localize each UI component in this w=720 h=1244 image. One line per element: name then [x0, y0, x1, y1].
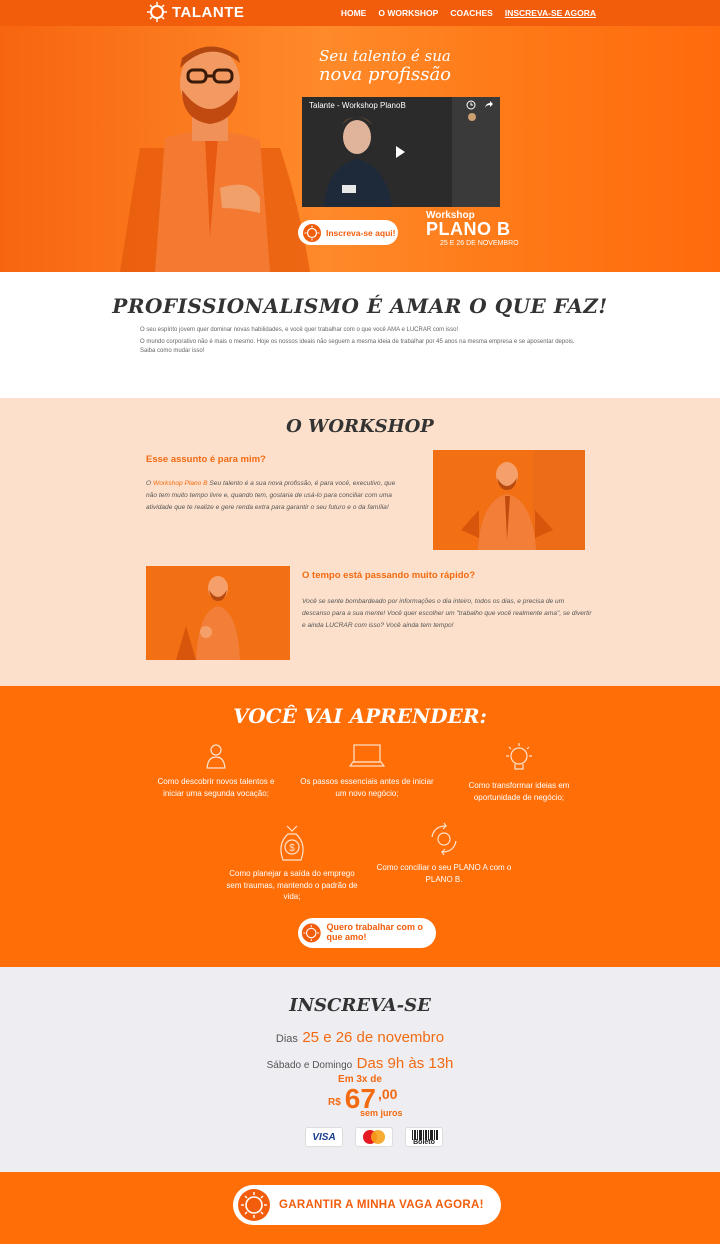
inscreva-heading: INSCREVA-SE: [289, 995, 431, 1016]
workshop-photo-reaching-fist: [146, 566, 290, 660]
question-2-text: Você se sente bombardeado por informaçõe…: [302, 598, 592, 630]
learn-item-4: $ Como planejar a saída do emprego sem t…: [222, 822, 362, 903]
video-player[interactable]: Talante - Workshop PlanoB: [302, 97, 500, 207]
price-decimal: ,00: [377, 1086, 398, 1102]
quero-trabalhar-label: Quero trabalhar com o que amo!: [326, 922, 424, 942]
workshop-plano-b-highlight: Workshop Plano B: [152, 480, 208, 487]
nav-link-inscreva[interactable]: INSCREVA-SE AGORA: [505, 8, 596, 18]
sun-badge-icon: [301, 923, 321, 943]
learn-item-1: Como descobrir novos talentos e iniciar …: [150, 742, 282, 799]
payment-methods: VISA Boleto: [305, 1127, 443, 1147]
dias-label: Dias: [275, 1033, 298, 1045]
top-navbar: TALANTE HOME O WORKSHOP COACHES INSCREVA…: [0, 0, 720, 26]
learn-item-3-text: Como transformar ideias em oportunidade …: [468, 781, 570, 802]
price-currency: R$: [328, 1097, 341, 1108]
inscreva-se-label: Inscreva-se aqui!: [326, 227, 396, 238]
profissionalismo-paragraph-1: O seu espírito jovem quer dominar novas …: [140, 327, 459, 333]
footer-cta-section: GARANTIR A MINHA VAGA AGORA!: [0, 1172, 720, 1244]
workshop-plano-b-badge: Workshop PLANO B 25 E 26 DE NOVEMBRO: [426, 210, 519, 247]
cycle-arrows-icon: [431, 822, 457, 856]
dates-label: 25 E 26 DE NOVEMBRO: [440, 240, 519, 247]
horario-label: Sábado e Domingo: [266, 1060, 353, 1071]
inscreva-se-button[interactable]: Inscreva-se aqui!: [298, 220, 398, 245]
plano-b-label: PLANO B: [426, 219, 511, 239]
dias-value: 25 e 26 de novembro: [302, 1029, 445, 1046]
nav-link-home[interactable]: HOME: [341, 8, 367, 18]
inscreva-se-section: INSCREVA-SE Dias 25 e 26 de novembro Sáb…: [0, 967, 720, 1172]
nav-link-workshop[interactable]: O WORKSHOP: [378, 8, 438, 18]
learn-item-4-text: Como planejar a saída do emprego sem tra…: [226, 869, 358, 902]
voce-vai-aprender-section: VOCÊ VAI APRENDER: Como descobrir novos …: [0, 686, 720, 967]
hero-title-line1: Seu talento é sua: [319, 47, 451, 65]
profissionalismo-paragraph-2: O mundo corporativo não é mais o mesmo. …: [140, 339, 575, 345]
mastercard-card: [355, 1127, 393, 1147]
nav-links: HOME O WORKSHOP COACHES INSCREVA-SE AGOR…: [341, 0, 596, 26]
workshop-heading: O WORKSHOP: [286, 416, 434, 437]
profissionalismo-heading: PROFISSIONALISMO É AMAR O QUE FAZ!: [112, 294, 608, 318]
laptop-icon: [349, 744, 385, 767]
learn-item-5-text: Como conciliar o seu PLANO A com o PLANO…: [376, 863, 512, 884]
visa-card: VISA: [305, 1127, 343, 1147]
mastercard-icon: [363, 1130, 385, 1144]
money-bag-icon: $: [280, 825, 304, 861]
boleto-label: Boleto: [413, 1139, 435, 1146]
share-icon[interactable]: [484, 100, 494, 110]
workshop-section: O WORKSHOP Esse assunto é para mim? O Wo…: [0, 398, 720, 686]
sun-badge-icon: [303, 223, 321, 242]
learn-item-3: Como transformar ideias em oportunidade …: [460, 742, 578, 803]
sun-badge-icon: [238, 1189, 270, 1221]
quero-trabalhar-button[interactable]: Quero trabalhar com o que amo!: [298, 918, 436, 948]
nav-link-coaches[interactable]: COACHES: [450, 8, 493, 18]
aprender-heading: VOCÊ VAI APRENDER:: [233, 704, 487, 728]
profissionalismo-section: PROFISSIONALISMO É AMAR O QUE FAZ! O seu…: [0, 272, 720, 398]
learn-item-2: Os passos essenciais antes de iniciar um…: [298, 742, 436, 799]
hero-title: Seu talento é sua nova profissão: [310, 47, 460, 86]
hero-caped-man-image: [120, 46, 310, 272]
logo[interactable]: TALANTE: [146, 1, 244, 23]
person-icon: [206, 744, 226, 769]
play-icon[interactable]: [396, 146, 405, 158]
sem-juros-label: sem juros: [360, 1108, 403, 1118]
lightbulb-icon: [506, 743, 532, 770]
video-title: Talante - Workshop PlanoB: [309, 101, 406, 110]
q1-prefix: O: [146, 480, 153, 487]
question-1-heading: Esse assunto é para mim?: [146, 454, 266, 465]
learn-item-1-text: Como descobrir novos talentos e iniciar …: [157, 777, 275, 798]
question-1-text: O Workshop Plano B Seu talento é a sua n…: [146, 478, 408, 515]
boleto-card: Boleto: [405, 1127, 443, 1147]
horario-value: Das 9h às 13h: [356, 1055, 454, 1072]
video-controls: [466, 100, 494, 110]
learn-item-5: Como conciliar o seu PLANO A com o PLANO…: [374, 822, 514, 885]
hero-title-line2: nova profissão: [318, 64, 452, 86]
visa-label: VISA: [312, 1131, 336, 1143]
learn-item-2-text: Os passos essenciais antes de iniciar um…: [300, 777, 434, 798]
svg-text:$: $: [289, 843, 295, 854]
garantir-vaga-button[interactable]: GARANTIR A MINHA VAGA AGORA!: [233, 1185, 501, 1225]
dias-row: Dias 25 e 26 de novembro: [0, 1029, 720, 1047]
logo-text: TALANTE: [172, 3, 245, 21]
watch-later-icon[interactable]: [466, 100, 476, 110]
horario-row: Sábado e Domingo Das 9h às 13h: [0, 1055, 720, 1073]
sun-logo-icon: [147, 2, 167, 22]
garantir-vaga-label: GARANTIR A MINHA VAGA AGORA!: [279, 1199, 484, 1211]
workshop-photo-hands-on-hips: [433, 450, 585, 550]
hero-section: Seu talento é sua nova profissão Talante…: [0, 0, 720, 272]
profissionalismo-paragraph-3: Saiba como mudar isso!: [140, 348, 205, 354]
question-2-heading: O tempo está passando muito rápido?: [302, 570, 476, 581]
